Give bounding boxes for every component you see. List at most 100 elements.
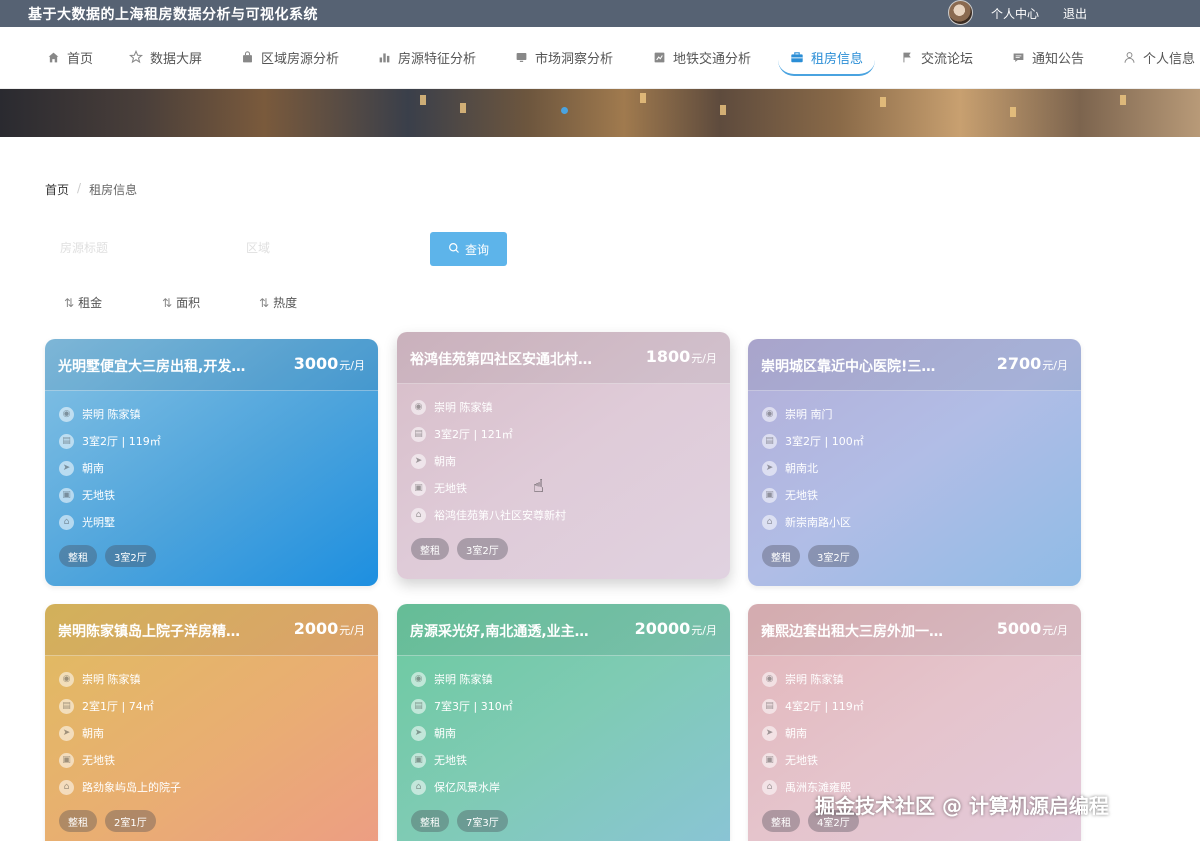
nav-item-subway-analysis[interactable]: 地铁交通分析 <box>652 27 751 87</box>
listing-tags: 整租 2室1厅 <box>59 810 156 832</box>
building-icon: ▤ <box>762 433 777 449</box>
location-pin-icon: ◉ <box>411 399 426 415</box>
listing-tag: 3室2厅 <box>105 545 156 567</box>
price-value: 5000 <box>996 619 1042 638</box>
nav-item-forum[interactable]: 交流论坛 <box>900 27 973 87</box>
listing-subway: 无地铁 <box>785 754 818 767</box>
banner-window-light <box>720 105 726 115</box>
listing-tag: 2室1厅 <box>105 810 156 832</box>
breadcrumb: 首页 / 租房信息 <box>45 181 137 198</box>
listing-location-row: ◉ 崇明 陈家镇 <box>59 405 141 423</box>
flag-icon <box>900 50 914 64</box>
user-center-link[interactable]: 个人中心 <box>991 5 1039 22</box>
listing-orientation-row: ➤ 朝南 <box>411 452 456 470</box>
listing-subway-row: ▣ 无地铁 <box>411 751 467 769</box>
compass-icon: ➤ <box>762 725 777 741</box>
breadcrumb-home[interactable]: 首页 <box>45 181 69 198</box>
district-search-input[interactable] <box>246 231 416 265</box>
banner-window-light <box>420 95 426 105</box>
nav-item-dashboard[interactable]: 数据大屏 <box>129 27 202 87</box>
nav-label: 租房信息 <box>811 51 864 67</box>
listing-layout-row: ▤ 7室3厅 | 310㎡ <box>411 697 513 715</box>
search-button-label: 查询 <box>464 242 489 257</box>
nav-item-profile[interactable]: 个人信息 <box>1122 27 1195 87</box>
nav-item-feature-analysis[interactable]: 房源特征分析 <box>377 27 476 87</box>
listing-tag: 整租 <box>411 810 449 832</box>
listing-price: 20000元/月 <box>635 619 717 638</box>
listing-layout-row: ▤ 3室2厅 | 121㎡ <box>411 425 513 443</box>
listing-title: 崇明陈家镇岛上院子洋房精… <box>58 624 240 640</box>
logout-link[interactable]: 退出 <box>1063 5 1087 22</box>
listing-title: 光明墅便宜大三房出租,开发… <box>58 359 246 375</box>
listing-tags: 整租 3室2厅 <box>59 545 156 567</box>
sort-icon: ⇅ <box>64 295 75 310</box>
listing-location-row: ◉ 崇明 南门 <box>762 405 833 423</box>
sort-by-heat[interactable]: ⇅ 热度 <box>259 294 297 311</box>
banner-window-light <box>1120 95 1126 105</box>
sort-by-rent[interactable]: ⇅ 租金 <box>64 294 102 311</box>
listing-community-row: ⌂ 光明墅 <box>59 513 115 531</box>
listing-orientation: 朝南 <box>434 455 456 468</box>
listing-tags: 整租 7室3厅 <box>411 810 508 832</box>
nav-label: 市场洞察分析 <box>535 51 614 67</box>
search-button[interactable]: 查询 <box>430 232 507 266</box>
listing-community-row: ⌂ 保亿风景水岸 <box>411 778 500 796</box>
listing-tag: 整租 <box>762 810 800 832</box>
location-pin-icon: ◉ <box>762 671 777 687</box>
listing-card[interactable]: 房源采光好,南北通透,业主… 20000元/月 ◉ 崇明 陈家镇 ▤ 7室3厅 | … <box>397 604 730 841</box>
listing-card[interactable]: 裕鸿佳苑第四社区安通北村… 1800元/月 ◉ 崇明 陈家镇 ▤ 3室2厅 | 12… <box>397 332 730 579</box>
listing-orientation: 朝南北 <box>785 462 818 475</box>
listing-tag: 7室3厅 <box>457 810 508 832</box>
listing-orientation: 朝南 <box>434 727 456 740</box>
price-value: 1800 <box>645 347 691 366</box>
listing-layout-row: ▤ 2室1厅 | 74㎡ <box>59 697 154 715</box>
train-icon: ▣ <box>59 487 74 503</box>
listing-tag: 整租 <box>59 810 97 832</box>
price-value: 2000 <box>293 619 339 638</box>
top-bar: 基于大数据的上海租房数据分析与可视化系统 个人中心 退出 <box>0 0 1200 27</box>
monitor-icon <box>514 50 528 64</box>
listing-community-row: ⌂ 路劲象屿岛上的院子 <box>59 778 181 796</box>
listing-layout: 4室2厅 | 119㎡ <box>785 700 864 713</box>
nav-item-market-insight[interactable]: 市场洞察分析 <box>514 27 613 87</box>
sort-by-area[interactable]: ⇅ 面积 <box>162 294 200 311</box>
listing-card[interactable]: 崇明陈家镇岛上院子洋房精… 2000元/月 ◉ 崇明 陈家镇 ▤ 2室1厅 | 74… <box>45 604 378 841</box>
title-search-input[interactable] <box>60 231 230 265</box>
nav-item-notices[interactable]: 通知公告 <box>1011 27 1084 87</box>
sort-icon: ⇅ <box>162 295 173 310</box>
listing-title: 崇明城区靠近中心医院!三… <box>761 359 936 375</box>
star-icon <box>129 50 143 64</box>
listing-community: 新崇南路小区 <box>785 516 851 529</box>
listing-card[interactable]: 光明墅便宜大三房出租,开发… 3000元/月 ◉ 崇明 陈家镇 ▤ 3室2厅 | 1… <box>45 339 378 586</box>
building-icon: ▤ <box>59 698 74 714</box>
sort-label: 租金 <box>78 296 103 310</box>
nav-label: 通知公告 <box>1032 51 1085 67</box>
listing-card[interactable]: 崇明城区靠近中心医院!三… 2700元/月 ◉ 崇明 南门 ▤ 3室2厅 | 100… <box>748 339 1081 586</box>
listing-orientation-row: ➤ 朝南北 <box>762 459 818 477</box>
listing-price: 2000元/月 <box>294 619 365 638</box>
listing-community: 保亿风景水岸 <box>434 781 500 794</box>
house-icon: ⌂ <box>762 779 777 795</box>
listing-layout-row: ▤ 3室2厅 | 119㎡ <box>59 432 161 450</box>
location-pin-icon: ◉ <box>59 406 74 422</box>
avatar[interactable] <box>948 0 973 25</box>
nav-item-rental-info[interactable]: 租房信息 <box>777 27 876 87</box>
message-icon <box>1011 50 1025 64</box>
nav-item-region-analysis[interactable]: 区域房源分析 <box>240 27 339 87</box>
train-icon: ▣ <box>762 752 777 768</box>
train-icon: ▣ <box>59 752 74 768</box>
listing-location-row: ◉ 崇明 陈家镇 <box>762 670 844 688</box>
price-value: 3000 <box>293 354 339 373</box>
banner-window-light <box>460 103 466 113</box>
listing-community: 光明墅 <box>82 516 115 529</box>
nav-label: 首页 <box>67 51 94 67</box>
train-icon: ▣ <box>411 480 426 496</box>
sort-label: 热度 <box>273 296 298 310</box>
compass-icon: ➤ <box>411 725 426 741</box>
carousel-indicator[interactable] <box>561 107 568 114</box>
banner-window-light <box>880 97 886 107</box>
price-unit: 元/月 <box>691 624 717 637</box>
nav-item-home[interactable]: 首页 <box>46 27 93 87</box>
listing-subway-row: ▣ 无地铁 <box>762 751 818 769</box>
compass-icon: ➤ <box>59 725 74 741</box>
